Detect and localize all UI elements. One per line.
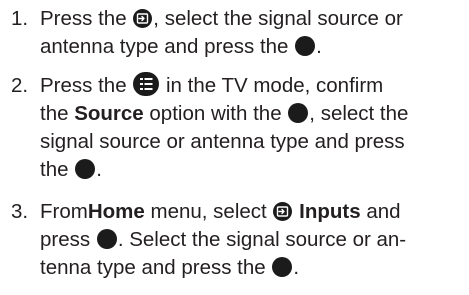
- text-run: signal source or antenna type and press: [40, 130, 405, 153]
- text-line: Press the , select the signal source or: [40, 5, 468, 33]
- step-text: FromHome menu, select Inputs and press .…: [40, 198, 468, 282]
- ok-button-icon: [96, 229, 117, 249]
- step-text: Press the , select the signal source or …: [40, 5, 468, 61]
- text-run: From: [40, 200, 88, 223]
- step-number: 3.: [11, 200, 29, 223]
- text-line: tenna type and press the .: [40, 254, 468, 282]
- step-text: Press the in the TV mode, confirm the So…: [40, 72, 468, 184]
- ok-button-icon: [75, 159, 96, 179]
- text-run: the: [40, 102, 75, 125]
- input-source-icon: [273, 202, 293, 221]
- step-number: 2.: [11, 74, 29, 97]
- text-line: the Source option with the , select the: [40, 100, 468, 128]
- text-run: Press the: [40, 7, 133, 30]
- home-menu-label: Home: [87, 200, 145, 223]
- text-run: antenna type and press the: [40, 35, 295, 58]
- text-run: option with the: [143, 102, 288, 125]
- step-number: 1.: [11, 7, 29, 30]
- text-run: .: [96, 158, 102, 181]
- inputs-label: Inputs: [299, 200, 361, 223]
- text-run: .: [293, 256, 300, 279]
- text-line: Press the in the TV mode, confirm: [40, 72, 468, 100]
- text-line: press . Select the signal source or an-: [40, 226, 468, 254]
- text-run: , select the signal source or: [153, 7, 403, 30]
- text-run: tenna type and press the: [40, 256, 272, 279]
- text-run: . Select the signal source or an-: [117, 228, 407, 251]
- text-line: signal source or antenna type and press: [40, 128, 468, 156]
- text-run: , select the: [309, 102, 409, 125]
- text-run: and: [360, 200, 401, 223]
- text-run: in the TV mode, confirm: [160, 74, 384, 97]
- text-run: Press the: [40, 74, 133, 97]
- input-source-icon: [133, 9, 153, 28]
- text-run: the: [40, 158, 75, 181]
- menu-list-icon: [133, 72, 160, 96]
- text-run: .: [316, 35, 322, 58]
- text-line: FromHome menu, select Inputs and: [40, 198, 468, 226]
- text-line: the .: [40, 156, 468, 184]
- text-line: antenna type and press the .: [40, 33, 468, 61]
- ok-button-icon: [295, 36, 316, 56]
- ok-button-icon: [288, 103, 309, 123]
- instruction-document: 1. Press the , select the signal source …: [0, 0, 469, 295]
- source-option-label: Source: [74, 102, 144, 125]
- text-run: press: [40, 228, 96, 251]
- ok-button-icon: [272, 257, 293, 277]
- text-run: menu, select: [144, 200, 273, 223]
